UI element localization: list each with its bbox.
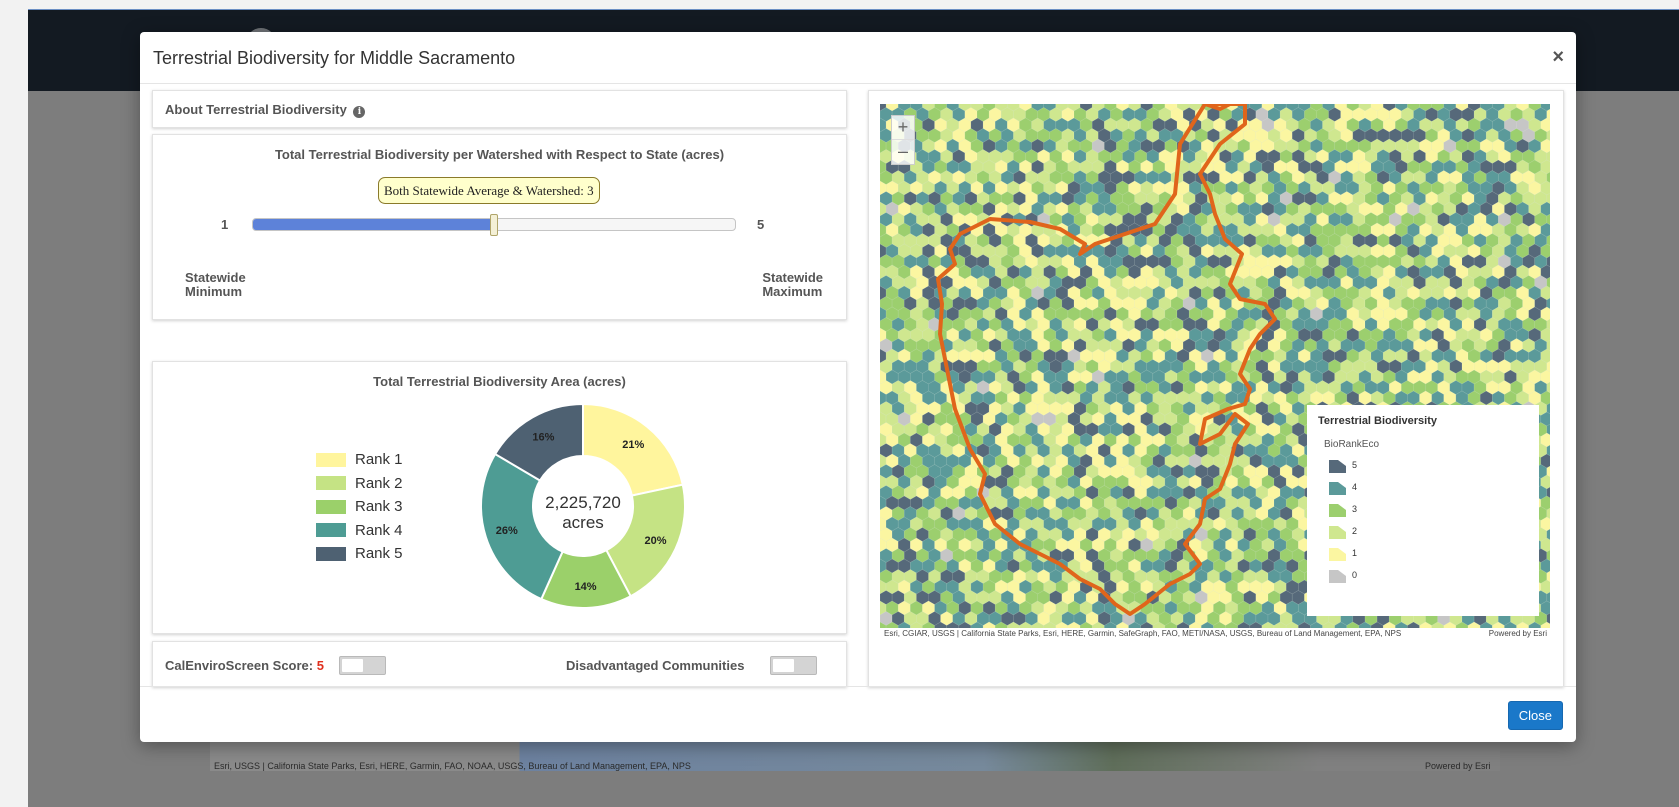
- watershed-map[interactable]: + – Terrestrial Biodiversity BioRankEco …: [880, 104, 1550, 628]
- zoom-controls: + –: [891, 115, 915, 165]
- disadvantaged-communities-label: Disadvantaged Communities: [566, 658, 745, 673]
- map-legend: Terrestrial Biodiversity BioRankEco 5 4 3 2…: [1307, 405, 1539, 616]
- map-legend-title: Terrestrial Biodiversity: [1318, 415, 1438, 427]
- map-legend-label: 4: [1352, 482, 1358, 492]
- donut-slice-label: 16%: [532, 432, 554, 444]
- map-legend-symbol: [1329, 459, 1346, 473]
- info-icon[interactable]: i: [353, 106, 366, 118]
- modal-title: Terrestrial Biodiversity for Middle Sacr…: [153, 48, 516, 68]
- slider-min-value: 1: [221, 217, 229, 232]
- donut-legend: Rank 1 Rank 2 Rank 3 Rank 4 Rank 5: [316, 448, 403, 566]
- slider-fill: [253, 219, 494, 230]
- map-panel: + – Terrestrial Biodiversity BioRankEco …: [868, 90, 1564, 687]
- about-panel[interactable]: About Terrestrial Biodiversity i: [152, 90, 847, 128]
- slider-panel: Total Terrestrial Biodiversity per Water…: [152, 134, 847, 320]
- map-legend-symbol: [1329, 503, 1346, 517]
- disadvantaged-communities-toggle[interactable]: [770, 656, 817, 675]
- statewide-max-line1: Statewide: [762, 270, 823, 285]
- donut-center-unit: acres: [562, 513, 604, 532]
- zoom-out-button[interactable]: –: [892, 140, 914, 164]
- donut-chart: 21% 20% 14% 26% 16% 2,225,720 acres: [480, 402, 686, 609]
- map-attribution-bar: Esri, CGIAR, USGS | California State Par…: [880, 628, 1550, 640]
- legend-swatch: [316, 476, 346, 491]
- map-legend-label: 5: [1352, 460, 1358, 470]
- map-legend-label: 3: [1352, 504, 1358, 514]
- legend-label: Rank 2: [355, 474, 403, 492]
- slider-title: Total Terrestrial Biodiversity per Water…: [274, 147, 725, 162]
- modal-close-icon[interactable]: ×: [1552, 46, 1564, 69]
- calenviroscreen-text: CalEnviroScreen Score:: [165, 658, 314, 673]
- statewide-min-line2: Minimum: [185, 284, 243, 299]
- toggle-knob: [773, 659, 794, 672]
- legend-item: Rank 5: [316, 542, 403, 566]
- statewide-max-line2: Maximum: [762, 284, 823, 299]
- modal-footer: Close: [140, 686, 1576, 742]
- biodiversity-modal: Terrestrial Biodiversity for Middle Sacr…: [140, 32, 1576, 742]
- background-powered-by: Powered by Esri: [1425, 761, 1491, 771]
- statewide-minimum-label: Statewide Minimum: [185, 271, 246, 299]
- map-legend-item: 2: [1329, 523, 1357, 539]
- legend-label: Rank 4: [355, 521, 403, 539]
- calenviroscreen-label: CalEnviroScreen Score: 5: [165, 658, 324, 673]
- statewide-min-line1: Statewide: [185, 270, 246, 285]
- about-heading[interactable]: About Terrestrial Biodiversity i: [165, 102, 366, 118]
- legend-label: Rank 5: [355, 545, 403, 563]
- statewide-maximum-label: Statewide Maximum: [762, 271, 823, 299]
- about-label: About Terrestrial Biodiversity: [165, 102, 347, 117]
- donut-center-value: 2,225,720: [545, 493, 621, 512]
- map-legend-item: 3: [1329, 501, 1357, 517]
- donut-chart-title: Total Terrestrial Biodiversity Area (acr…: [373, 374, 626, 389]
- map-powered-by: Powered by Esri: [1488, 629, 1547, 638]
- calenviroscreen-toggle[interactable]: [339, 656, 386, 675]
- background-map-attribution: Esri, USGS | California State Parks, Esr…: [214, 761, 691, 771]
- legend-swatch: [316, 546, 346, 561]
- map-legend-symbol: [1329, 525, 1346, 539]
- donut-slice-label: 21%: [622, 439, 644, 451]
- legend-label: Rank 3: [355, 498, 403, 516]
- toggle-panel: CalEnviroScreen Score: 5 Disadvantaged C…: [152, 641, 847, 687]
- zoom-in-button[interactable]: +: [892, 116, 914, 140]
- modal-header: Terrestrial Biodiversity for Middle Sacr…: [140, 32, 1576, 84]
- legend-swatch: [316, 523, 346, 538]
- map-legend-label: 0: [1352, 570, 1358, 580]
- legend-label: Rank 1: [355, 451, 403, 469]
- map-legend-field: BioRankEco: [1324, 439, 1380, 450]
- legend-item: Rank 3: [316, 495, 403, 519]
- slider-tooltip: Both Statewide Average & Watershed: 3: [378, 177, 600, 204]
- legend-item: Rank 4: [316, 519, 403, 543]
- calenviroscreen-score: 5: [316, 658, 324, 673]
- map-legend-symbol: [1329, 481, 1346, 495]
- map-legend-label: 2: [1352, 526, 1358, 536]
- legend-swatch: [316, 499, 346, 514]
- map-legend-item: 0: [1329, 567, 1357, 583]
- legend-item: Rank 1: [316, 448, 403, 472]
- donut-slice-label: 14%: [575, 581, 597, 593]
- map-attribution: Esri, CGIAR, USGS | California State Par…: [884, 629, 1402, 638]
- map-legend-label: 1: [1352, 548, 1358, 558]
- map-legend-item: 5: [1329, 457, 1357, 473]
- donut-chart-panel: Total Terrestrial Biodiversity Area (acr…: [152, 361, 847, 634]
- slider-max-value: 5: [757, 217, 765, 232]
- legend-swatch: [316, 452, 346, 467]
- map-legend-symbol: [1329, 547, 1346, 561]
- donut-slice-label: 20%: [644, 535, 666, 547]
- toggle-knob: [342, 659, 363, 672]
- map-legend-symbol: [1329, 569, 1346, 583]
- close-button[interactable]: Close: [1507, 701, 1563, 730]
- map-legend-item: 1: [1329, 545, 1357, 561]
- donut-slice[interactable]: [480, 452, 564, 601]
- legend-item: Rank 2: [316, 472, 403, 496]
- donut-slice-label: 26%: [496, 525, 518, 537]
- map-legend-item: 4: [1329, 479, 1357, 495]
- slider-handle[interactable]: [490, 214, 498, 236]
